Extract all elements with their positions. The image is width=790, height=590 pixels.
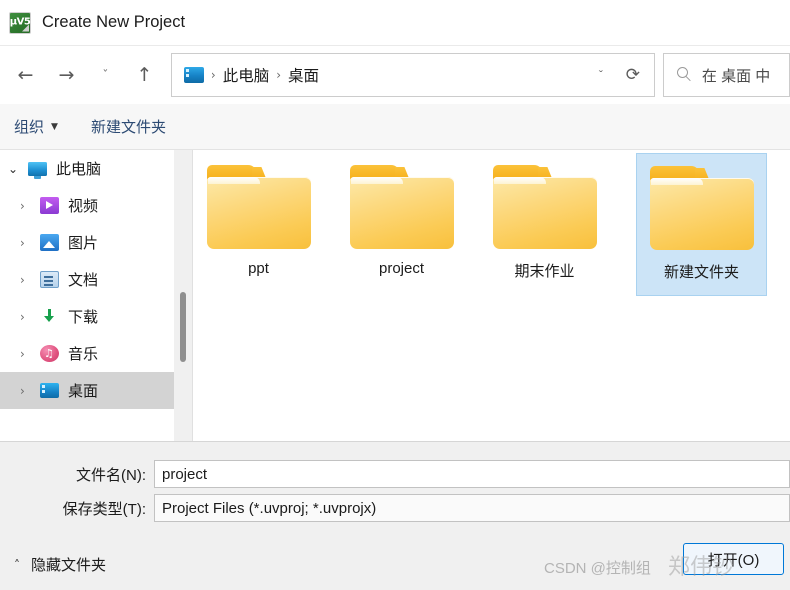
chevron-right-icon[interactable]: ›	[20, 384, 40, 398]
file-item[interactable]: 新建文件夹	[636, 153, 767, 296]
dialog-footer: ˄ 隐藏文件夹	[0, 541, 790, 590]
chevron-right-icon[interactable]: ›	[20, 236, 40, 250]
organize-label: 组织	[14, 119, 45, 136]
music-icon	[40, 345, 59, 362]
up-icon[interactable]: ↑	[124, 55, 165, 95]
sidebar-item-label: 视频	[68, 198, 99, 215]
hide-folders-label: 隐藏文件夹	[31, 557, 107, 574]
sidebar-item-label: 桌面	[68, 383, 99, 400]
create-new-project-dialog: µV5 Create New Project ← → ˇ ↑ › 此电脑 › 桌…	[0, 0, 790, 590]
search-input[interactable]: 在 桌面 中	[702, 65, 770, 86]
search-box[interactable]: 在 桌面 中	[662, 53, 790, 97]
chevron-down-icon[interactable]: ⌄	[8, 162, 28, 176]
pictures-icon	[40, 234, 59, 251]
desktop-icon	[183, 67, 204, 83]
chevron-right-icon[interactable]: ›	[20, 199, 40, 213]
title-bar: µV5 Create New Project	[0, 0, 790, 46]
recent-locations-chevron-down-icon[interactable]: ˇ	[87, 55, 124, 95]
file-item-label: 新建文件夹	[663, 264, 739, 281]
chevron-up-icon: ˄	[14, 557, 20, 572]
file-item-label: 期末作业	[514, 263, 575, 280]
forward-icon[interactable]: →	[46, 55, 87, 95]
chevron-right-icon[interactable]: ›	[20, 273, 40, 287]
chevron-down-icon: ▼	[51, 121, 58, 132]
filename-label: 文件名(N):	[76, 466, 146, 484]
sidebar-item-downloads[interactable]: › 下载	[0, 298, 174, 335]
breadcrumb-item-desktop[interactable]: 桌面	[288, 64, 319, 86]
sidebar-item-documents[interactable]: › 文档	[0, 261, 174, 298]
breadcrumb-separator-1: ›	[210, 68, 216, 82]
file-list[interactable]: ppt project 期末作业 新建文件夹	[193, 150, 790, 441]
app-icon-glyph: µV5	[9, 16, 31, 27]
breadcrumb-item-this-pc[interactable]: 此电脑	[223, 64, 270, 86]
filetype-label: 保存类型(T):	[62, 500, 146, 518]
sidebar-scrollbar-thumb[interactable]	[180, 292, 186, 362]
navigation-pane: ⌄ 此电脑 › 视频 › 图片 › 文档 › 下载 › 音乐 › 桌面	[0, 150, 174, 441]
documents-icon	[40, 271, 59, 288]
chevron-right-icon[interactable]: ›	[20, 310, 40, 324]
navigation-bar: ← → ˇ ↑ › 此电脑 › 桌面 ˇ ⟳ 在 桌面 中	[0, 46, 790, 104]
filename-input[interactable]: project	[154, 460, 790, 488]
sidebar-item-pictures[interactable]: › 图片	[0, 224, 174, 261]
open-button[interactable]: 打开(O)	[683, 543, 784, 575]
file-item[interactable]: ppt	[193, 153, 324, 296]
folder-icon	[648, 166, 756, 251]
sidebar-scrollbar[interactable]	[174, 150, 192, 441]
filetype-row: 保存类型(T): Project Files (*.uvproj; *.uvpr…	[0, 494, 790, 522]
address-chevron-down-icon[interactable]: ˇ	[586, 55, 616, 95]
file-item[interactable]: project	[336, 153, 467, 296]
back-icon[interactable]: ←	[5, 55, 46, 95]
folder-icon	[491, 165, 599, 250]
folder-icon	[348, 165, 456, 250]
filetype-select[interactable]: Project Files (*.uvproj; *.uvprojx)	[154, 494, 790, 522]
command-bar: 组织 ▼ 新建文件夹	[0, 104, 790, 150]
sidebar-item-label: 下载	[68, 309, 99, 326]
sidebar-item-label: 此电脑	[56, 161, 102, 178]
breadcrumb-separator-2: ›	[276, 68, 282, 82]
new-folder-button[interactable]: 新建文件夹	[91, 116, 166, 137]
sidebar-item-this-pc[interactable]: ⌄ 此电脑	[0, 150, 174, 187]
filename-row: 文件名(N): project	[0, 460, 790, 488]
chevron-right-icon[interactable]: ›	[20, 347, 40, 361]
dialog-body: ⌄ 此电脑 › 视频 › 图片 › 文档 › 下载 › 音乐 › 桌面 ppt project 期末作业 新建文…	[0, 150, 790, 441]
sidebar-item-label: 图片	[68, 235, 99, 252]
organize-button[interactable]: 组织 ▼	[14, 116, 58, 137]
keil-uvision-icon: µV5	[9, 11, 31, 34]
desktop-icon	[40, 383, 59, 398]
computer-icon	[28, 161, 47, 179]
form-area: 文件名(N): project 保存类型(T): Project Files (…	[0, 441, 790, 541]
sidebar-item-label: 文档	[68, 272, 99, 289]
folder-icon	[205, 165, 313, 250]
sidebar-item-videos[interactable]: › 视频	[0, 187, 174, 224]
sidebar-item-label: 音乐	[68, 346, 99, 363]
window-title: Create New Project	[42, 13, 186, 31]
address-bar[interactable]: › 此电脑 › 桌面 ˇ ⟳	[170, 53, 655, 97]
refresh-icon[interactable]: ⟳	[616, 55, 650, 95]
file-item-label: ppt	[248, 260, 269, 277]
search-icon	[676, 67, 693, 83]
video-icon	[40, 197, 59, 214]
sidebar-item-music[interactable]: › 音乐	[0, 335, 174, 372]
file-item[interactable]: 期末作业	[479, 153, 610, 296]
hide-folders-button[interactable]: ˄ 隐藏文件夹	[14, 554, 106, 575]
sidebar-item-desktop[interactable]: › 桌面	[0, 372, 174, 409]
file-item-label: project	[378, 260, 425, 277]
downloads-icon	[40, 308, 59, 325]
